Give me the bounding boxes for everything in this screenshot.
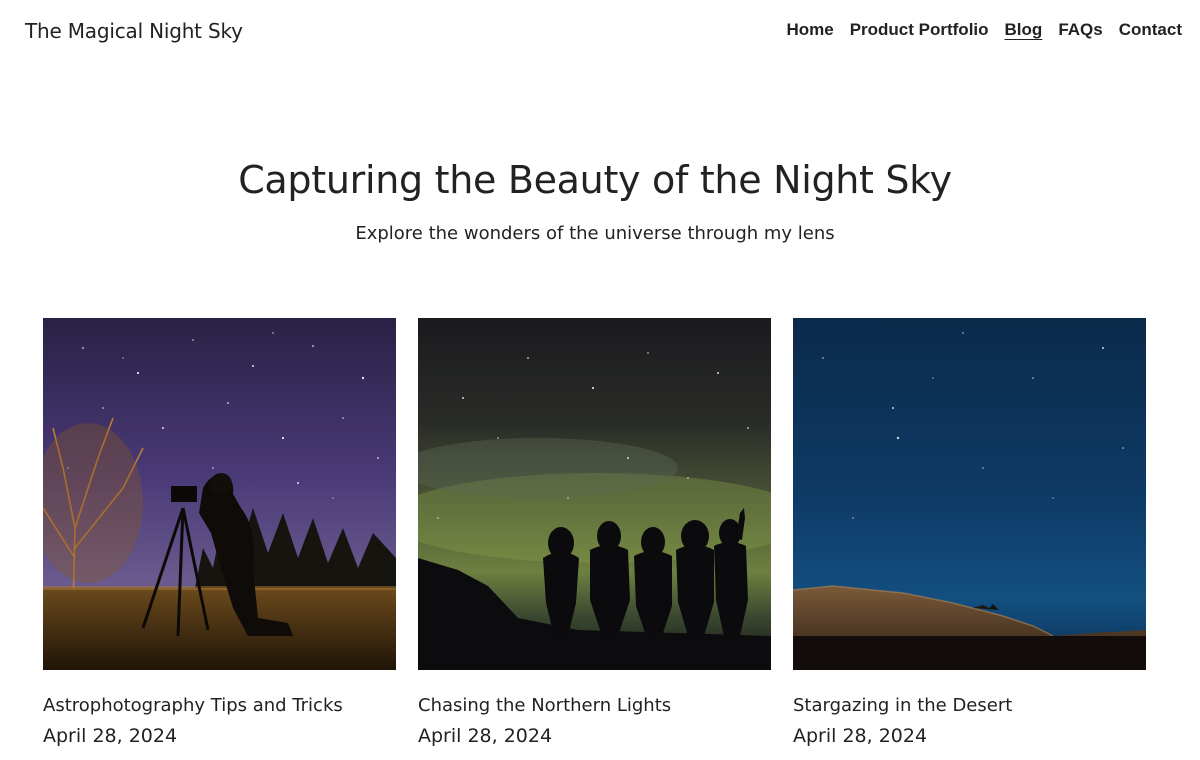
blog-post-grid: Astrophotography Tips and Tricks April 2…: [43, 318, 1146, 747]
nav-product-portfolio[interactable]: Product Portfolio: [850, 20, 989, 40]
nav-blog[interactable]: Blog: [1005, 20, 1043, 40]
page-subtitle: Explore the wonders of the universe thro…: [355, 223, 835, 244]
blog-post-card[interactable]: Stargazing in the Desert April 28, 2024: [793, 318, 1146, 747]
post-image-northern-lights[interactable]: [418, 318, 771, 670]
site-title[interactable]: The Magical Night Sky: [25, 19, 243, 43]
post-title[interactable]: Stargazing in the Desert: [793, 695, 1146, 716]
nav-contact[interactable]: Contact: [1119, 20, 1182, 40]
post-image-photographer[interactable]: [43, 318, 396, 670]
post-date: April 28, 2024: [43, 725, 178, 747]
post-image-desert[interactable]: [793, 318, 1146, 670]
post-title[interactable]: Chasing the Northern Lights: [418, 695, 771, 716]
post-date: April 28, 2024: [418, 725, 553, 747]
site-header: The Magical Night Sky Home Product Portf…: [0, 0, 1200, 64]
blog-post-card[interactable]: Astrophotography Tips and Tricks April 2…: [43, 318, 396, 747]
post-date: April 28, 2024: [793, 725, 928, 747]
blog-post-card[interactable]: Chasing the Northern Lights April 28, 20…: [418, 318, 771, 747]
page-title: Capturing the Beauty of the Night Sky: [238, 158, 952, 202]
hero-section: Capturing the Beauty of the Night Sky Ex…: [0, 158, 1190, 244]
nav-faqs[interactable]: FAQs: [1058, 20, 1102, 40]
nav-home[interactable]: Home: [786, 20, 833, 40]
main-nav: Home Product Portfolio Blog FAQs Contact: [786, 20, 1182, 40]
post-title[interactable]: Astrophotography Tips and Tricks: [43, 695, 396, 716]
